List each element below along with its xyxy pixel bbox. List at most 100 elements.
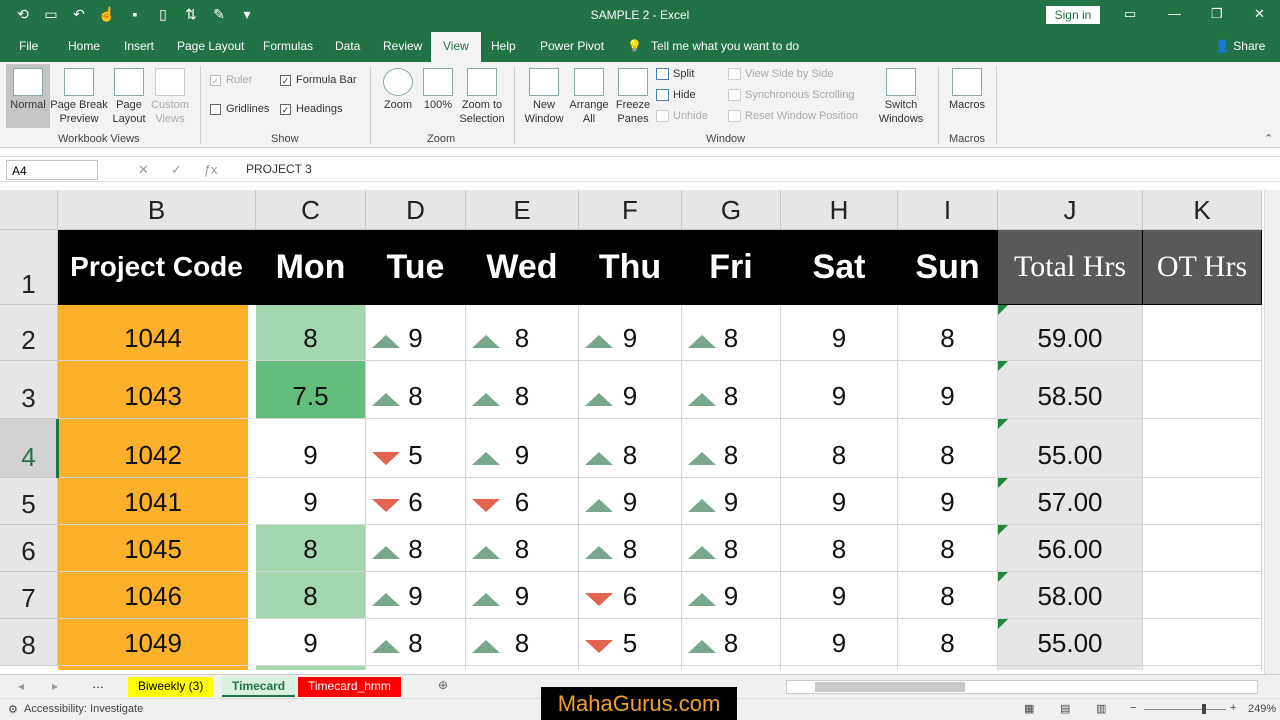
day-value-cell[interactable]: 8 [366,361,466,419]
column-header-k[interactable]: K [1143,190,1262,230]
minimize-icon[interactable]: — [1168,6,1181,21]
project-code-cell[interactable]: 1043 [58,361,256,419]
view-side-by-side-button[interactable]: View Side by Side [728,68,833,80]
column-header-j[interactable]: J [998,190,1143,230]
tab-data[interactable]: Data [335,39,360,53]
page-layout-view-button[interactable]: Page Layout [110,64,148,126]
select-all-corner[interactable] [0,190,58,230]
custom-views-button[interactable]: Custom Views [148,64,192,126]
reset-window-button[interactable]: Reset Window Position [728,110,858,122]
day-value-cell[interactable]: 9 [466,419,579,478]
total-hrs-cell[interactable]: 58.00 [998,572,1143,619]
formula-bar-checkbox[interactable]: ✓ Formula Bar [280,74,357,86]
gridlines-checkbox[interactable]: Gridlines [210,103,269,115]
ot-hrs-cell[interactable] [1143,572,1262,619]
row-header-1[interactable]: 1 [0,230,58,305]
total-hrs-cell[interactable]: 55.00 [998,419,1143,478]
sync-scroll-button[interactable]: Synchronous Scrolling [728,89,854,101]
maximize-icon[interactable]: ❐ [1211,6,1223,22]
zoom-level[interactable]: 249% [1248,703,1276,715]
day-value-cell[interactable]: 8 [898,619,998,666]
column-header-e[interactable]: E [466,190,579,230]
row-header-7[interactable]: 7 [0,572,58,619]
total-hrs-cell[interactable]: 59.00 [998,305,1143,361]
row-header-3[interactable]: 3 [0,361,58,419]
day-value-cell[interactable]: 8 [256,305,366,361]
sign-in-button[interactable]: Sign in [1046,6,1100,24]
switch-windows-button[interactable]: Switch Windows [872,64,930,126]
project-code-cell[interactable]: 1042 [58,419,256,478]
day-value-cell[interactable]: 6 [579,572,682,619]
ribbon-display-icon[interactable]: ▭ [1124,6,1136,22]
day-value-cell[interactable]: 9 [256,478,366,525]
column-header-h[interactable]: H [781,190,898,230]
next-sheet-icon[interactable]: ▸ [52,679,58,693]
cancel-icon[interactable]: ✕ [138,162,149,178]
page-layout-icon[interactable]: ▤ [1060,702,1070,715]
zoom-to-selection-button[interactable]: Zoom to Selection [456,64,508,126]
row-header-4[interactable]: 4 [0,419,58,478]
zoom-100-button[interactable]: 100% [420,64,456,112]
day-value-cell[interactable]: 8 [366,525,466,572]
vertical-scrollbar[interactable] [1264,190,1280,674]
day-value-cell[interactable]: 9 [898,478,998,525]
day-value-cell[interactable]: 8 [898,419,998,478]
normal-view-button[interactable]: Normal [6,64,50,128]
day-value-cell[interactable]: 8 [781,525,898,572]
page-break-icon[interactable]: ▥ [1096,702,1106,715]
day-value-cell[interactable]: 8 [579,419,682,478]
fx-icon[interactable]: ƒx [204,162,218,178]
sheet-overflow-icon[interactable]: … [92,677,104,691]
new-window-button[interactable]: New Window [522,64,566,126]
day-value-cell[interactable]: 8 [256,525,366,572]
close-icon[interactable]: ✕ [1254,6,1265,22]
total-hrs-cell[interactable]: 57.00 [998,478,1143,525]
column-header-c[interactable]: C [256,190,366,230]
horizontal-scrollbar[interactable] [786,680,1258,694]
day-value-cell[interactable]: 9 [781,478,898,525]
day-value-cell[interactable]: 9 [781,619,898,666]
day-value-cell[interactable]: 5 [579,619,682,666]
project-code-cell[interactable]: 1046 [58,572,256,619]
day-value-cell[interactable]: 8 [898,305,998,361]
cell[interactable] [579,666,682,670]
day-value-cell[interactable]: 6 [366,478,466,525]
formula-input[interactable]: PROJECT 3 [246,162,312,176]
column-header-i[interactable]: I [898,190,998,230]
tell-me-search[interactable]: Tell me what you want to do [651,39,799,53]
ot-hrs-cell[interactable] [1143,525,1262,572]
day-value-cell[interactable]: 6 [466,478,579,525]
total-hrs-cell[interactable]: 55.00 [998,619,1143,666]
tab-home[interactable]: Home [68,39,100,53]
day-value-cell[interactable]: 9 [579,361,682,419]
sheet-tab-timecard[interactable]: Timecard [222,677,296,697]
scroll-thumb[interactable] [815,682,965,692]
day-value-cell[interactable]: 8 [682,525,781,572]
project-code-cell[interactable]: 1044 [58,305,256,361]
day-value-cell[interactable]: 8 [682,419,781,478]
tab-review[interactable]: Review [383,39,422,53]
cell[interactable] [898,666,998,670]
tab-formulas[interactable]: Formulas [263,39,313,53]
day-value-cell[interactable]: 9 [579,478,682,525]
share-button[interactable]: 👤 Share [1215,39,1265,53]
cell[interactable] [781,666,898,670]
day-value-cell[interactable]: 8 [682,361,781,419]
ot-hrs-cell[interactable] [1143,619,1262,666]
day-value-cell[interactable]: 9 [256,619,366,666]
zoom-out-icon[interactable]: − [1130,702,1136,714]
ot-hrs-cell[interactable] [1143,361,1262,419]
day-value-cell[interactable]: 9 [366,572,466,619]
row-header-6[interactable]: 6 [0,525,58,572]
zoom-in-icon[interactable]: + [1230,702,1236,714]
tab-insert[interactable]: Insert [124,39,154,53]
tab-file[interactable]: File [19,39,38,53]
day-value-cell[interactable]: 9 [366,305,466,361]
column-header-d[interactable]: D [366,190,466,230]
total-hrs-cell[interactable]: 56.00 [998,525,1143,572]
total-hrs-cell[interactable]: 58.50 [998,361,1143,419]
day-value-cell[interactable]: 9 [466,572,579,619]
collapse-ribbon-icon[interactable]: ⌃ [1264,132,1273,145]
day-value-cell[interactable]: 9 [781,361,898,419]
cell[interactable] [366,666,466,670]
